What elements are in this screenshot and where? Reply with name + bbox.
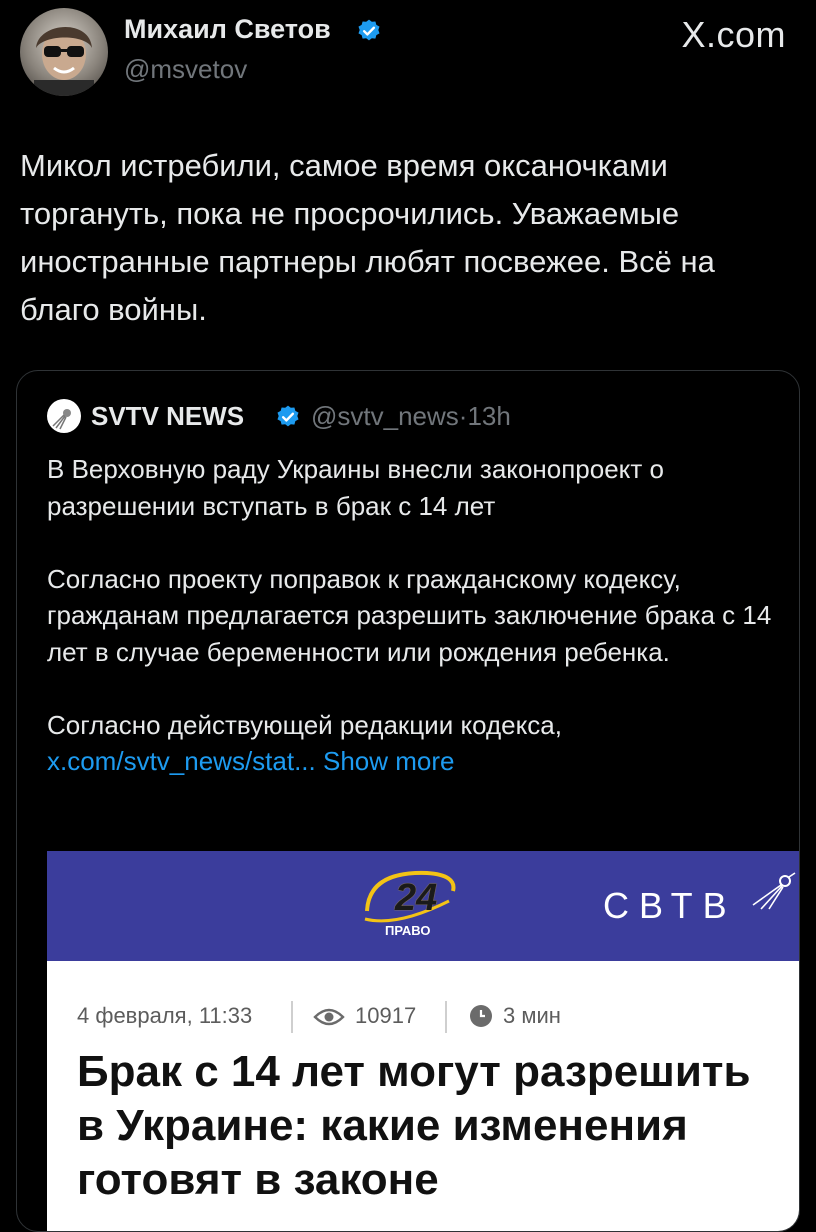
quoted-paragraph-text: Согласно действующей редакции кодекса, <box>47 709 562 740</box>
quoted-time[interactable]: 13h <box>467 401 510 431</box>
quoted-tweet[interactable]: SVTV NEWS @svtv_news·13h В Верховную рад… <box>16 370 800 1232</box>
article-date: 4 февраля, 11:33 <box>77 1003 253 1028</box>
quoted-meta: @svtv_news·13h <box>311 401 511 432</box>
quoted-author-handle[interactable]: @svtv_news <box>311 401 459 431</box>
svtv-logo-icon <box>47 399 81 433</box>
tweet-text: Микол истребили, самое время оксаночками… <box>20 148 715 327</box>
avatar[interactable] <box>20 8 108 96</box>
media-banner: 24 ПРАВО СВТВ <box>47 851 799 961</box>
sputnik-icon <box>752 872 796 910</box>
quoted-paragraph-truncated: Согласно действующей редакции кодекса, x… <box>47 707 777 780</box>
author-handle[interactable]: @msvetov <box>124 54 247 85</box>
article-headline: Брак с 14 лет могут разрешить в Украине:… <box>77 1047 751 1204</box>
quoted-paragraph: В Верховную раду Украины внесли законопр… <box>47 454 664 521</box>
verified-badge-icon <box>358 19 380 41</box>
quoted-paragraph: Согласно проекту поправок к гражданскому… <box>47 563 772 667</box>
logo-number: 24 <box>395 877 438 919</box>
article-views: 10917 <box>355 1003 417 1028</box>
tweet-header: Михаил Светов @msvetov X.com <box>0 0 816 110</box>
clock-icon <box>470 1005 492 1027</box>
x-com-watermark: X.com <box>681 14 786 55</box>
author-name[interactable]: Михаил Светов <box>124 14 331 45</box>
article-read-time: 3 мин <box>503 1003 561 1028</box>
verified-badge-icon <box>277 405 299 427</box>
quoted-media-image[interactable]: 24 ПРАВО СВТВ 4 февраля, 11:33 10917 3 м… <box>47 851 799 1231</box>
quoted-author-name[interactable]: SVTV NEWS <box>91 401 244 432</box>
article-card: 4 февраля, 11:33 10917 3 мин Брак с 14 л… <box>47 961 799 1231</box>
show-more-link[interactable]: Show more <box>323 746 455 776</box>
eye-icon <box>313 1008 345 1026</box>
tweet-link[interactable]: x.com/svtv_news/stat... <box>47 746 316 776</box>
logo-subtitle: ПРАВО <box>385 923 431 938</box>
quoted-tweet-body: В Верховную раду Украины внесли законопр… <box>47 451 777 780</box>
svtv-brand-text: СВТВ <box>603 885 737 926</box>
